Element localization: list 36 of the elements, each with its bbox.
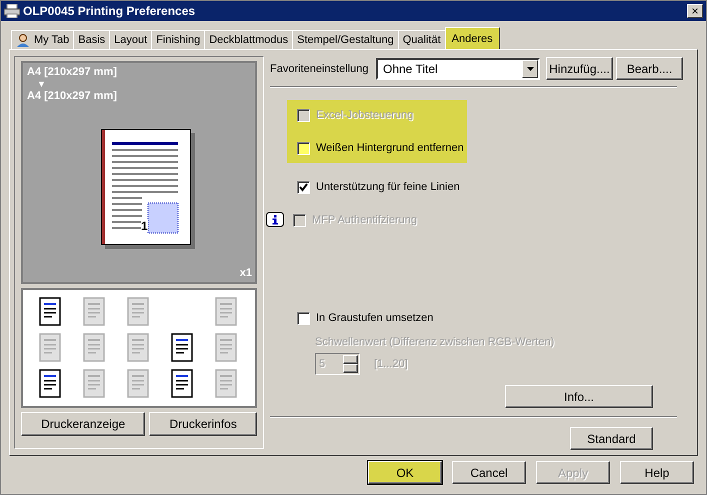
window-title: OLP0045 Printing Preferences <box>23 4 196 18</box>
tab[interactable]: Stempel/Gestaltung <box>292 30 399 49</box>
printer-button[interactable]: Druckerinfos <box>149 412 257 436</box>
output-size-label: A4 [210x297 mm] <box>27 90 118 102</box>
checkbox-label: In Graustufen umsetzen <box>316 312 434 324</box>
printer-icon <box>4 4 20 18</box>
checkbox[interactable] <box>297 180 310 194</box>
page-number: 1 <box>141 220 148 232</box>
dialog-button[interactable]: Cancel <box>452 461 526 484</box>
checkbox-label: Excel-Jobsteuerung <box>316 109 414 121</box>
copies-label: x1 <box>240 267 252 279</box>
checkbox-label: Unterstützung für feine Linien <box>316 181 460 193</box>
dialog-button[interactable]: Help <box>620 461 694 484</box>
favorites-label: Favoriteneinstellung <box>270 62 370 74</box>
tab[interactable]: Basis <box>73 30 110 49</box>
source-size-label: A4 [210x297 mm] <box>27 66 118 78</box>
close-button[interactable]: × <box>687 4 703 18</box>
checkbox-label: Weißen Hintergrund entfernen <box>316 142 464 154</box>
favorites-dropdown[interactable]: Ohne Titel <box>376 58 540 80</box>
dialog-button[interactable]: OK <box>368 461 442 484</box>
printer-button[interactable]: Druckeranzeige <box>21 412 146 436</box>
info-button[interactable]: Info... <box>505 385 653 408</box>
tab[interactable]: Layout <box>109 30 152 49</box>
tab[interactable]: Qualität <box>398 30 446 49</box>
tab[interactable]: Anderes <box>444 27 500 49</box>
user-icon <box>16 33 30 47</box>
tab[interactable]: Finishing <box>151 30 206 49</box>
tab[interactable]: Deckblattmodus <box>204 30 294 49</box>
standard-button[interactable]: Standard <box>570 427 653 450</box>
tab[interactable]: My Tab <box>11 30 74 49</box>
caret-icon <box>526 66 534 70</box>
favorites-button[interactable]: Hinzufüg.... <box>546 57 613 80</box>
image-placeholder <box>148 202 178 234</box>
favorites-button[interactable]: Bearb.... <box>616 57 683 80</box>
arrow-icon: ▼ <box>27 78 251 90</box>
checkbox[interactable] <box>297 312 310 324</box>
